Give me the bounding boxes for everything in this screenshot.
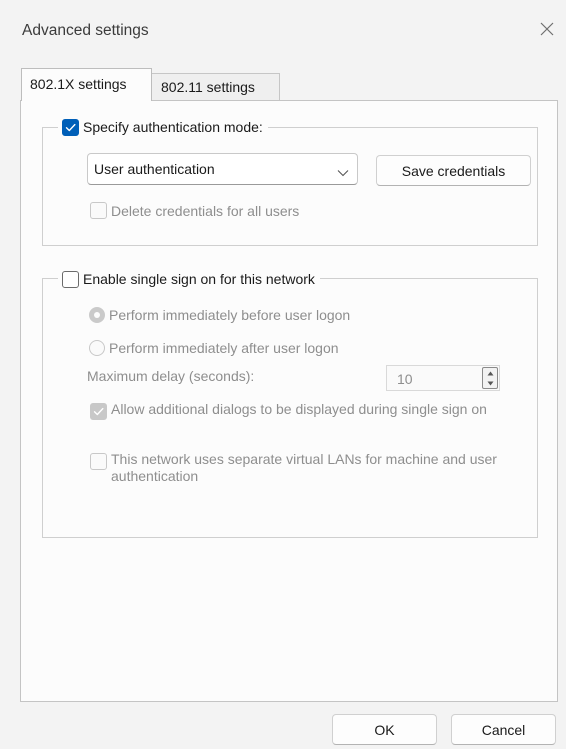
authentication-mode-value: User authentication: [94, 161, 215, 177]
ok-button[interactable]: OK: [332, 714, 437, 745]
separate-vlans-checkbox[interactable]: This network uses separate virtual LANs …: [90, 451, 506, 485]
checkbox-checked-icon: [62, 118, 79, 136]
tab-label: 802.1X settings: [30, 76, 127, 92]
checkbox-unchecked-icon: [90, 453, 107, 470]
authentication-group: [42, 127, 538, 246]
checkbox-unchecked-icon: [62, 270, 79, 288]
enable-single-sign-on-label: Enable single sign on for this network: [83, 271, 315, 287]
cancel-button[interactable]: Cancel: [451, 714, 556, 745]
delete-credentials-checkbox[interactable]: Delete credentials for all users: [90, 202, 299, 219]
spin-up-icon: [487, 371, 494, 376]
separate-vlans-label: This network uses separate virtual LANs …: [111, 451, 497, 484]
perform-before-logon-radio[interactable]: Perform immediately before user logon: [89, 307, 350, 323]
enable-single-sign-on-checkbox[interactable]: Enable single sign on for this network: [58, 268, 320, 290]
radio-unselected-icon: [89, 340, 105, 356]
radio-selected-icon: [89, 307, 105, 323]
tab-802-1x-settings[interactable]: 802.1X settings: [21, 68, 152, 101]
checkbox-checked-icon: [90, 403, 107, 420]
perform-before-logon-label: Perform immediately before user logon: [109, 307, 351, 323]
perform-after-logon-label: Perform immediately after user logon: [109, 340, 339, 356]
title-bar: Advanced settings: [0, 0, 566, 62]
save-credentials-button[interactable]: Save credentials: [376, 155, 531, 186]
delete-credentials-label: Delete credentials for all users: [111, 202, 300, 219]
specify-authentication-mode-label: Specify authentication mode:: [83, 119, 263, 135]
perform-after-logon-radio[interactable]: Perform immediately after user logon: [89, 340, 339, 356]
checkbox-unchecked-icon: [90, 202, 107, 219]
maximum-delay-spinner[interactable]: 10: [386, 365, 500, 391]
window-title: Advanced settings: [22, 22, 149, 39]
authentication-mode-select[interactable]: User authentication: [87, 153, 358, 185]
allow-additional-dialogs-checkbox[interactable]: Allow additional dialogs to be displayed…: [90, 401, 506, 420]
tab-label: 802.11 settings: [161, 79, 255, 95]
maximum-delay-value: 10: [397, 371, 413, 387]
specify-authentication-mode-checkbox[interactable]: Specify authentication mode:: [58, 116, 268, 138]
spin-down-icon: [487, 381, 494, 386]
maximum-delay-label: Maximum delay (seconds):: [87, 368, 255, 384]
allow-additional-dialogs-label: Allow additional dialogs to be displayed…: [111, 401, 487, 417]
spinner-arrows[interactable]: [482, 367, 498, 389]
tab-802-11-settings[interactable]: 802.11 settings: [151, 73, 280, 101]
close-icon[interactable]: [536, 18, 558, 40]
chevron-down-icon: [337, 164, 349, 180]
